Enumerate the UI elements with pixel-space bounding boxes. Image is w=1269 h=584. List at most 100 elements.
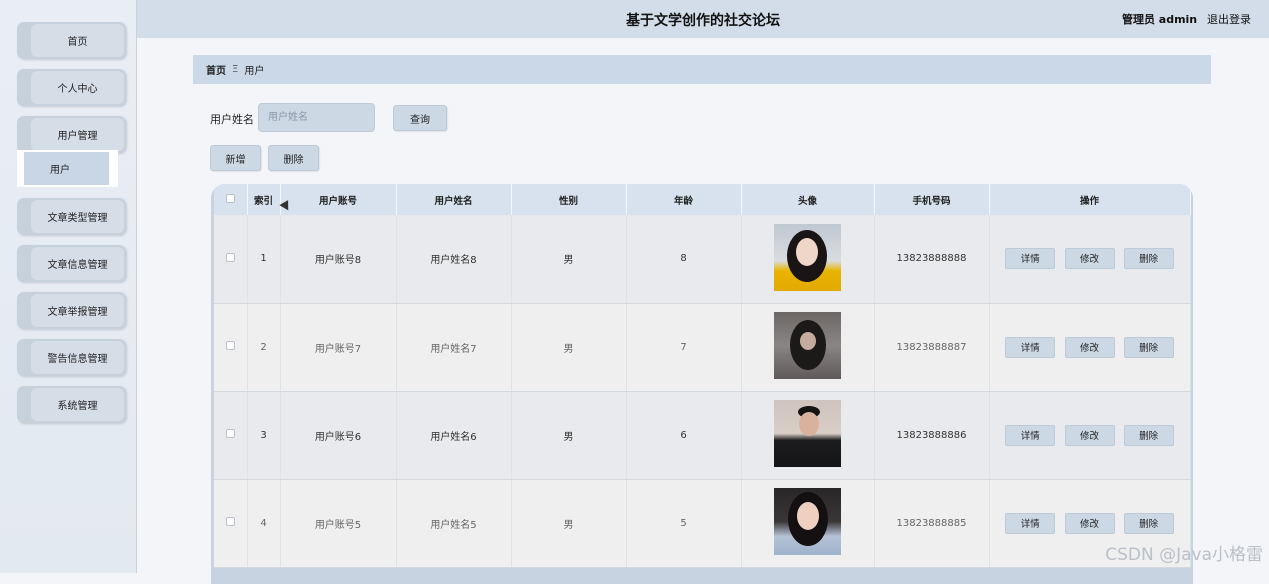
sidebar: 首页 个人中心 用户管理 用户 文章类型管理 文章信息管理 文章举报管理 警告信…	[0, 0, 137, 573]
current-user: 管理员 admin	[1121, 13, 1198, 26]
avatar	[774, 488, 841, 555]
cell-actions: 详情 修改 删除	[989, 215, 1191, 304]
header-name: 用户姓名	[396, 184, 512, 215]
query-button[interactable]: 查询	[393, 105, 447, 131]
user-table: 索引 用户账号 用户姓名 性别 年龄 头像 手机号码 操作 1 用户账号8 用户…	[211, 184, 1193, 584]
header-user-area: 管理员 admin 退出登录	[1116, 11, 1251, 27]
sidebar-item-article-type[interactable]: 文章类型管理	[17, 198, 126, 235]
header-index: 索引	[247, 184, 281, 215]
cell-account: 用户账号6	[280, 391, 397, 480]
header-select-all[interactable]	[214, 184, 248, 215]
search-label: 用户姓名	[210, 113, 254, 126]
checkbox-icon[interactable]	[225, 193, 235, 203]
sidebar-item-label: 文章举报管理	[31, 294, 124, 327]
logout-link[interactable]: 退出登录	[1207, 13, 1251, 26]
edit-button[interactable]: 修改	[1064, 512, 1115, 534]
edit-button[interactable]: 修改	[1064, 336, 1115, 358]
cell-avatar	[741, 215, 875, 304]
avatar	[774, 312, 841, 379]
cell-avatar	[741, 479, 875, 568]
checkbox-icon[interactable]	[225, 517, 235, 526]
cell-name: 用户姓名8	[396, 215, 512, 304]
table-header-row: 索引 用户账号 用户姓名 性别 年龄 头像 手机号码 操作	[214, 184, 1191, 215]
table-row: 4 用户账号5 用户姓名5 男 5 13823888885 详情 修改 删除	[214, 479, 1191, 568]
cell-phone: 13823888888	[874, 215, 990, 304]
header-phone: 手机号码	[874, 184, 990, 215]
delete-button[interactable]: 删除	[1123, 248, 1174, 270]
table-row: 1 用户账号8 用户姓名8 男 8 13823888888 详情 修改 删除	[214, 215, 1191, 304]
table-row: 3 用户账号6 用户姓名6 男 6 13823888886 详情 修改 删除	[214, 391, 1191, 480]
cell-phone: 13823888885	[874, 479, 990, 568]
cell-account: 用户账号5	[280, 479, 397, 568]
edit-button[interactable]: 修改	[1064, 248, 1115, 270]
cell-index: 4	[247, 479, 281, 568]
detail-button[interactable]: 详情	[1005, 512, 1056, 534]
cell-age: 7	[626, 303, 742, 392]
checkbox-icon[interactable]	[225, 341, 235, 350]
cell-account: 用户账号7	[280, 303, 397, 392]
header-account: 用户账号	[280, 184, 397, 215]
top-header: 基于文学创作的社交论坛 管理员 admin 退出登录	[137, 0, 1269, 38]
sidebar-item-label: 首页	[31, 24, 124, 57]
sidebar-item-label: 文章类型管理	[31, 200, 124, 233]
row-select[interactable]	[214, 215, 248, 304]
sidebar-item-home[interactable]: 首页	[17, 22, 126, 59]
checkbox-icon[interactable]	[225, 252, 235, 262]
sidebar-item-warning-info[interactable]: 警告信息管理	[17, 339, 126, 376]
header-actions: 操作	[989, 184, 1191, 215]
delete-button[interactable]: 删除	[1123, 424, 1174, 446]
cell-index: 2	[247, 303, 281, 392]
cell-index: 1	[247, 215, 281, 304]
search-input[interactable]	[258, 103, 375, 132]
header-gender: 性别	[511, 184, 627, 215]
sidebar-item-article-info[interactable]: 文章信息管理	[17, 245, 126, 282]
detail-button[interactable]: 详情	[1005, 424, 1056, 446]
header-avatar: 头像	[741, 184, 875, 215]
sidebar-item-user-management[interactable]: 用户管理	[17, 116, 126, 153]
submenu-item-user[interactable]: 用户	[24, 152, 109, 185]
avatar	[774, 400, 841, 467]
detail-button[interactable]: 详情	[1005, 248, 1056, 270]
breadcrumb-home[interactable]: 首页	[206, 62, 226, 77]
sidebar-item-label: 文章信息管理	[31, 247, 124, 280]
watermark: CSDN @Java小格雷	[1105, 545, 1263, 565]
sidebar-item-personal-center[interactable]: 个人中心	[17, 69, 126, 106]
cell-age: 6	[626, 391, 742, 480]
cell-actions: 详情 修改 删除	[989, 391, 1191, 480]
row-select[interactable]	[214, 391, 248, 480]
header-age: 年龄	[626, 184, 742, 215]
site-title: 基于文学创作的社交论坛	[626, 13, 780, 29]
cell-name: 用户姓名5	[396, 479, 512, 568]
cell-gender: 男	[511, 303, 627, 392]
cell-gender: 男	[511, 391, 627, 480]
row-select[interactable]	[214, 303, 248, 392]
breadcrumb-separator-icon: Ξ	[232, 64, 239, 75]
sidebar-item-system[interactable]: 系统管理	[17, 386, 126, 423]
detail-button[interactable]: 详情	[1005, 336, 1056, 358]
breadcrumb: 首页 Ξ 用户	[193, 55, 1211, 84]
row-select[interactable]	[214, 479, 248, 568]
checkbox-icon[interactable]	[225, 429, 235, 438]
batch-delete-button[interactable]: 删除	[268, 145, 319, 171]
cell-age: 8	[626, 215, 742, 304]
sidebar-item-article-report[interactable]: 文章举报管理	[17, 292, 126, 329]
sidebar-item-label: 警告信息管理	[31, 341, 124, 374]
sidebar-item-label: 系统管理	[31, 388, 124, 421]
delete-button[interactable]: 删除	[1123, 512, 1174, 534]
edit-button[interactable]: 修改	[1064, 424, 1115, 446]
cell-account: 用户账号8	[280, 215, 397, 304]
cell-actions: 详情 修改 删除	[989, 303, 1191, 392]
cell-gender: 男	[511, 479, 627, 568]
cell-phone: 13823888886	[874, 391, 990, 480]
cell-age: 5	[626, 479, 742, 568]
cell-gender: 男	[511, 215, 627, 304]
sidebar-item-label: 个人中心	[31, 71, 124, 104]
cell-name: 用户姓名6	[396, 391, 512, 480]
add-button[interactable]: 新增	[210, 145, 261, 171]
sidebar-item-label: 用户管理	[31, 118, 124, 151]
cell-name: 用户姓名7	[396, 303, 512, 392]
cell-index: 3	[247, 391, 281, 480]
cell-phone: 13823888887	[874, 303, 990, 392]
cell-avatar	[741, 303, 875, 392]
delete-button[interactable]: 删除	[1123, 336, 1174, 358]
